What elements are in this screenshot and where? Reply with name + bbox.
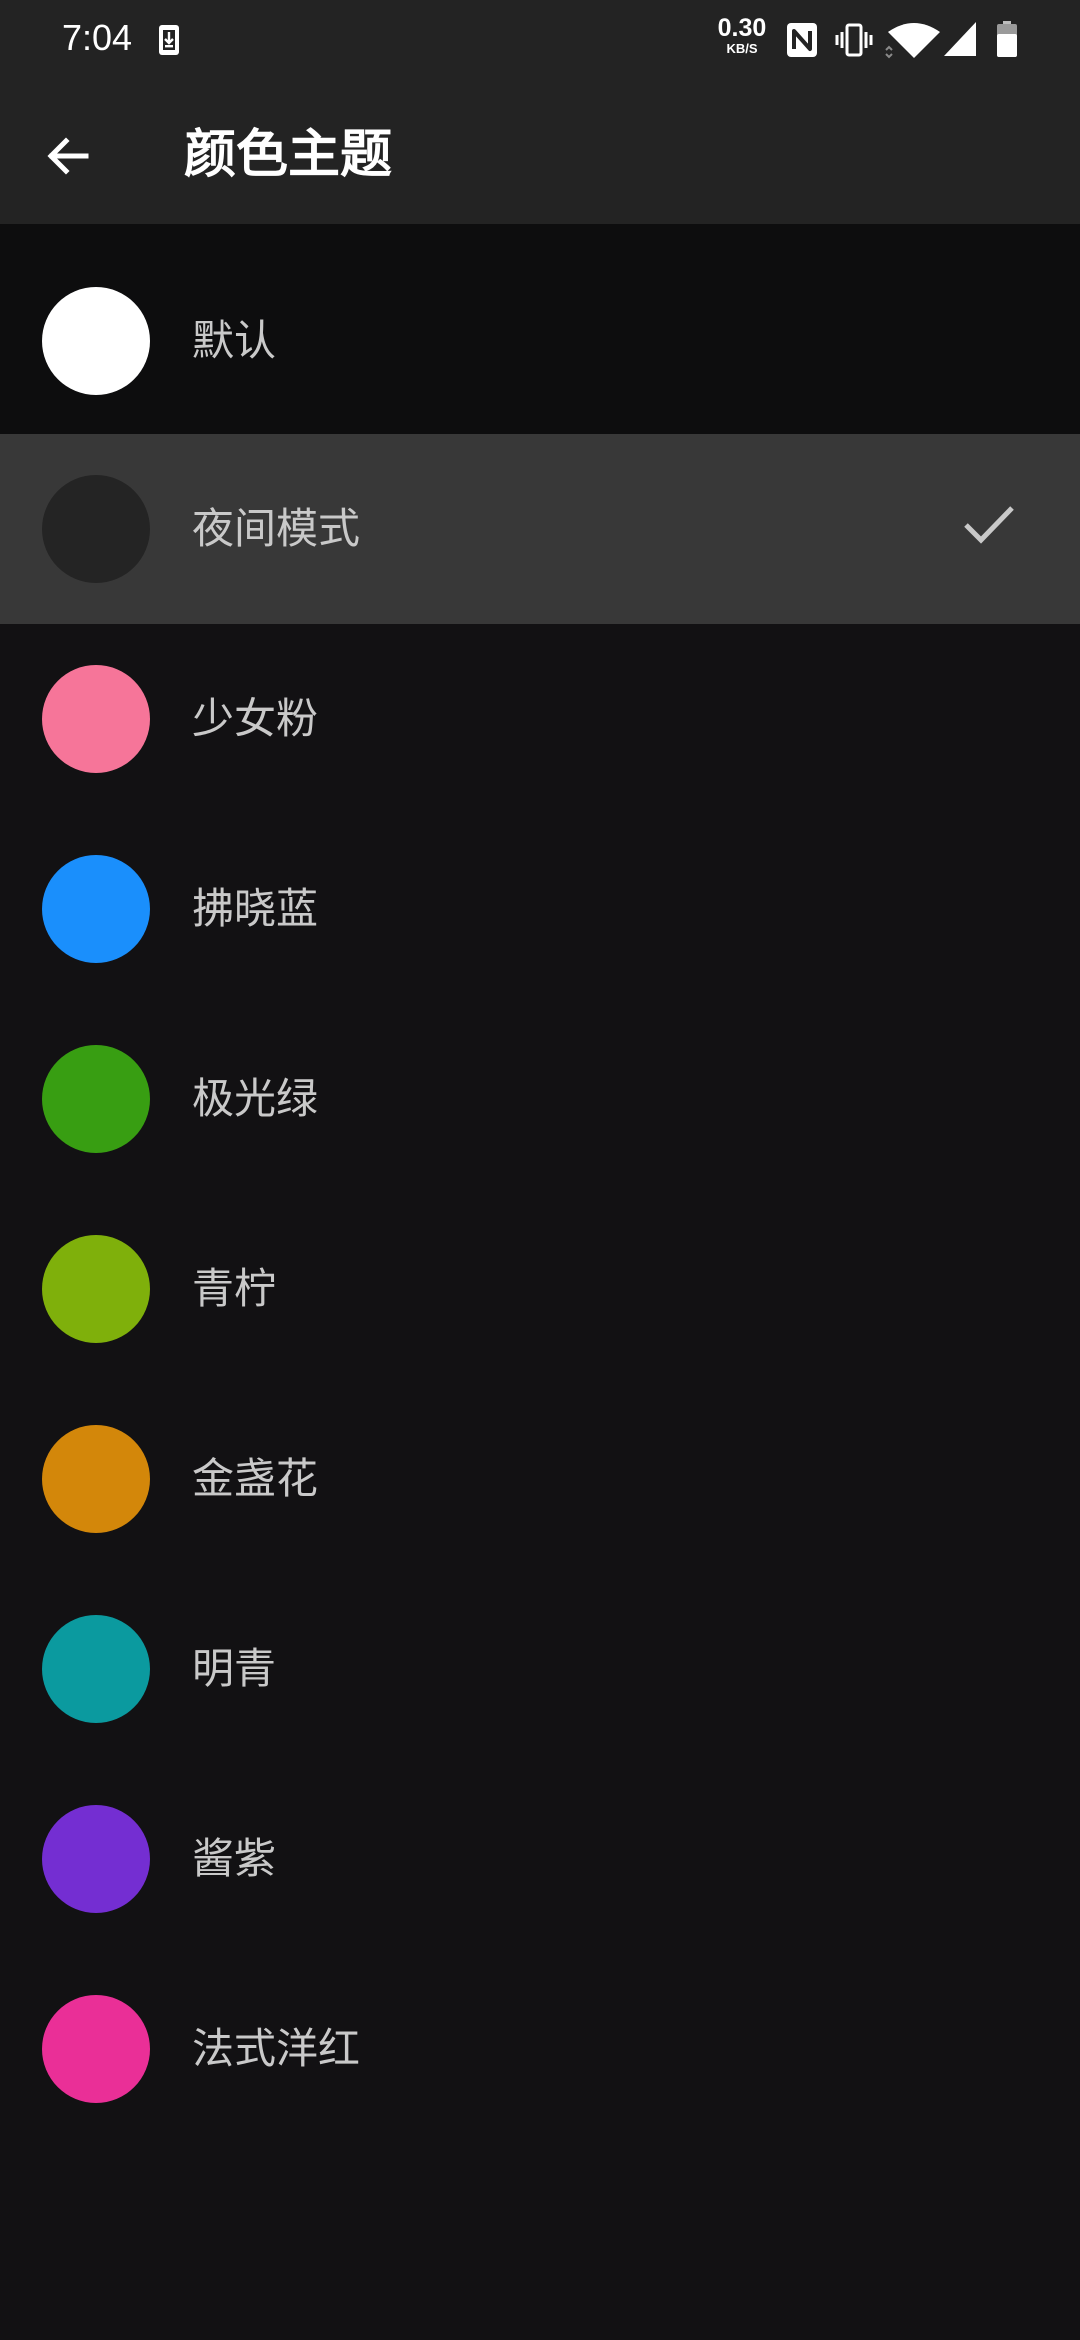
theme-label: 少女粉 xyxy=(192,694,319,743)
download-notification-icon xyxy=(159,25,179,55)
status-bar: 7:04 0.30 KB/S xyxy=(0,0,1080,80)
theme-row-dawn-blue[interactable]: 拂晓蓝 xyxy=(0,814,1080,1004)
theme-label: 青柠 xyxy=(192,1264,277,1313)
theme-row-purple[interactable]: 酱紫 xyxy=(0,1764,1080,1954)
theme-label: 金盏花 xyxy=(192,1454,319,1503)
check-icon xyxy=(964,506,1014,544)
theme-label: 明青 xyxy=(192,1644,277,1693)
status-time: 7:04 xyxy=(62,17,133,58)
theme-label: 拂晓蓝 xyxy=(192,884,319,933)
theme-settings-screen: 7:04 0.30 KB/S 颜色主题 默认 夜间模式 少女粉 拂晓蓝 极光绿 … xyxy=(0,0,1080,2340)
app-bar: 颜色主题 xyxy=(0,80,1080,224)
theme-color-swatch xyxy=(42,1045,150,1153)
wifi-icon xyxy=(885,23,940,59)
theme-row-magenta[interactable]: 法式洋红 xyxy=(0,1954,1080,2144)
back-button[interactable] xyxy=(28,116,108,196)
theme-label: 默认 xyxy=(192,316,277,365)
page-title: 颜色主题 xyxy=(184,125,393,185)
theme-color-swatch xyxy=(42,1425,150,1533)
theme-row-cyan[interactable]: 明青 xyxy=(0,1574,1080,1764)
cell-signal-icon xyxy=(944,22,976,56)
network-speed-value: 0.30 xyxy=(717,14,767,42)
theme-row-lime[interactable]: 青柠 xyxy=(0,1194,1080,1384)
theme-label: 法式洋红 xyxy=(192,2024,361,2073)
nfc-icon xyxy=(787,23,817,57)
theme-row-marigold[interactable]: 金盏花 xyxy=(0,1384,1080,1574)
theme-row-default[interactable]: 默认 xyxy=(0,224,1080,434)
theme-list: 默认 夜间模式 少女粉 拂晓蓝 极光绿 青柠 金盏花 明青 酱紫 法式洋红 xyxy=(0,224,1080,2144)
battery-icon xyxy=(997,21,1017,57)
network-speed-unit: KB/S xyxy=(726,41,758,56)
theme-color-swatch xyxy=(42,1235,150,1343)
theme-color-swatch xyxy=(42,1615,150,1723)
theme-color-swatch xyxy=(42,665,150,773)
theme-label: 夜间模式 xyxy=(192,504,361,553)
theme-color-swatch xyxy=(42,287,150,395)
theme-color-swatch xyxy=(42,1995,150,2103)
theme-color-swatch xyxy=(42,1805,150,1913)
theme-row-night-mode[interactable]: 夜间模式 xyxy=(0,434,1080,624)
theme-row-aurora-green[interactable]: 极光绿 xyxy=(0,1004,1080,1194)
arrow-left-icon xyxy=(47,137,89,175)
vibrate-icon xyxy=(835,23,873,57)
theme-label: 酱紫 xyxy=(192,1834,277,1883)
theme-color-swatch xyxy=(42,475,150,583)
theme-row-pink[interactable]: 少女粉 xyxy=(0,624,1080,814)
network-speed: 0.30 KB/S xyxy=(714,14,770,56)
theme-color-swatch xyxy=(42,855,150,963)
theme-label: 极光绿 xyxy=(192,1074,319,1123)
